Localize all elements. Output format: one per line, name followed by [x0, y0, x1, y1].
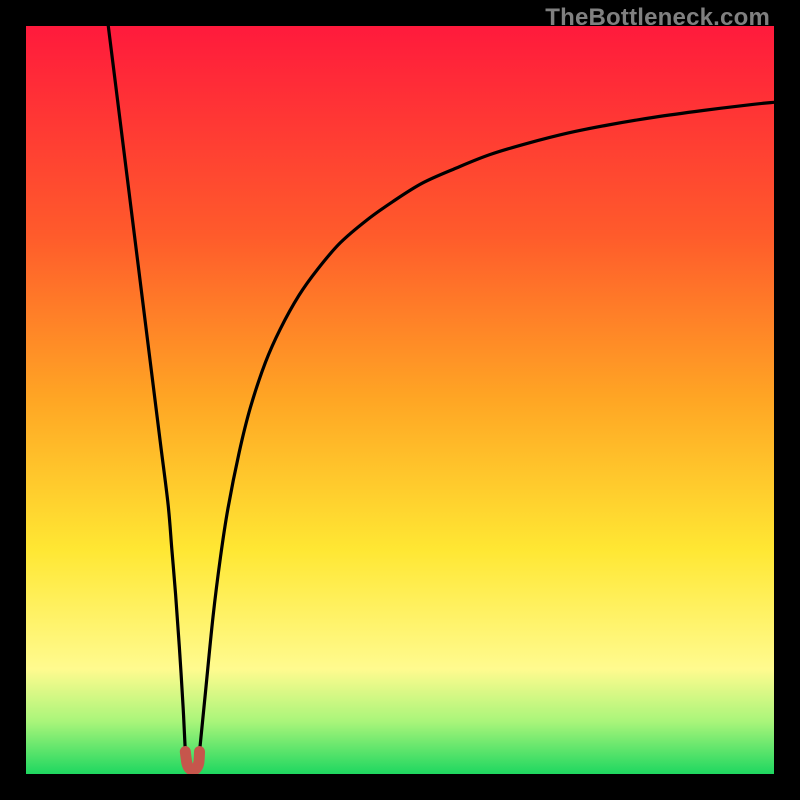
- watermark: TheBottleneck.com: [545, 4, 770, 32]
- plot-svg: [26, 26, 774, 774]
- gradient-bg: [26, 26, 774, 774]
- plot-frame: [26, 26, 774, 774]
